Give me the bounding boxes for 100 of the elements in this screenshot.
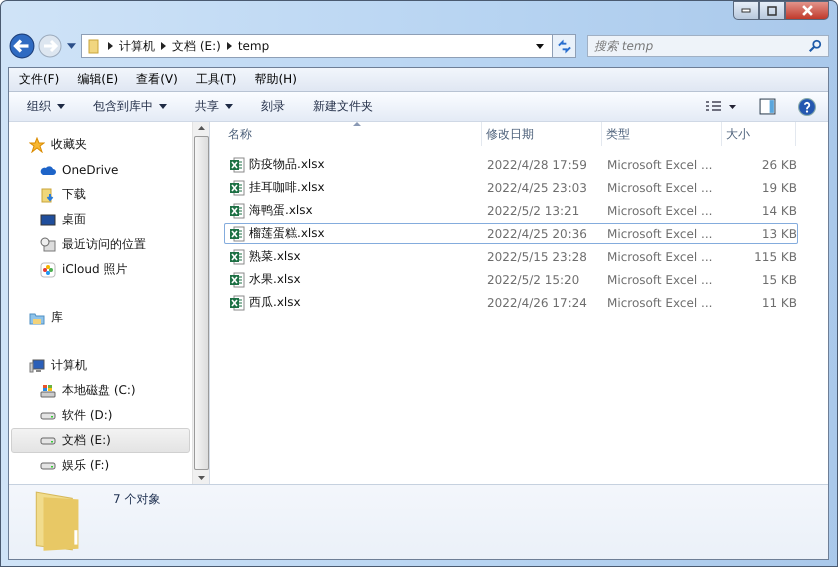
date-cell-text: 2022/4/26 17:24 <box>486 296 588 310</box>
nav-item[interactable]: iCloud 照片 <box>11 257 190 282</box>
address-bar[interactable]: 计算机 文档 (E:) temp <box>81 34 553 58</box>
refresh-icon <box>556 38 572 54</box>
nav-item[interactable]: 库 <box>11 305 190 330</box>
menu-item[interactable]: 编辑(E) <box>77 71 118 88</box>
search-icon <box>808 39 822 53</box>
type-cell-text: Microsoft Excel ... <box>606 180 714 194</box>
sort-arrow-icon <box>352 122 360 126</box>
nav-item[interactable]: 计算机 <box>11 353 190 378</box>
file-row[interactable]: 榴莲蛋糕.xlsx 2022/4/25 20:36 Microsoft Excel ... 13 KB <box>224 223 798 244</box>
type-cell-text: Microsoft Excel ... <box>606 204 714 218</box>
minimize-icon <box>741 8 751 13</box>
download-folder-icon <box>40 186 56 202</box>
scroll-down-icon[interactable] <box>198 476 204 480</box>
spreadsheet-file-icon <box>229 226 245 242</box>
item-count: 7 个对象 <box>113 491 160 508</box>
chevron-icon <box>161 42 166 50</box>
nav-item[interactable]: 本地磁盘 (C:) <box>11 378 190 403</box>
maximize-icon <box>767 6 777 16</box>
toolbar-button[interactable]: 刻录 <box>251 94 295 118</box>
type-cell-text: Microsoft Excel ... <box>606 226 714 240</box>
type-cell-text: Microsoft Excel ... <box>606 272 714 286</box>
file-name: 熟菜.xlsx <box>249 248 301 265</box>
spreadsheet-file-icon <box>229 180 245 196</box>
nav-item[interactable]: 下载 <box>11 182 190 207</box>
size-cell-text: 15 KB <box>760 272 797 286</box>
caret-icon <box>225 104 233 109</box>
spreadsheet-file-icon <box>229 272 245 288</box>
close-button[interactable] <box>785 1 829 20</box>
desktop-icon <box>40 212 56 228</box>
nav-item[interactable]: 收藏夹 <box>11 132 190 157</box>
date-cell-text: 2022/4/25 23:03 <box>486 180 588 194</box>
chevron-icon <box>108 42 113 50</box>
computer-icon <box>29 358 45 374</box>
file-name: 海鸭蛋.xlsx <box>249 202 313 219</box>
toolbar-button[interactable]: 包含到库中 <box>83 94 177 118</box>
file-row[interactable]: 海鸭蛋.xlsx 2022/5/2 13:21 Microsoft Excel ... 14 KB <box>224 200 798 221</box>
toolbar-button[interactable]: 新建文件夹 <box>303 94 383 118</box>
toolbar-button[interactable]: 共享 <box>185 94 243 118</box>
system-drive-icon <box>40 382 56 398</box>
spreadsheet-file-icon <box>229 294 245 310</box>
size-cell-text: 11 KB <box>760 296 797 310</box>
nav-item[interactable]: 娱乐 (F:) <box>11 453 190 478</box>
column-header[interactable]: 类型 <box>602 122 722 146</box>
chevron-icon <box>226 42 232 50</box>
type-cell-text: Microsoft Excel ... <box>606 250 714 264</box>
history-dropdown[interactable] <box>65 43 78 49</box>
date-cell-text: 2022/4/25 20:36 <box>486 226 588 240</box>
refresh-button[interactable] <box>552 34 576 58</box>
menu-item[interactable]: 查看(V) <box>136 71 178 88</box>
spreadsheet-file-icon <box>229 248 245 264</box>
size-cell-text: 115 KB <box>753 250 797 264</box>
file-name: 水果.xlsx <box>249 271 301 288</box>
close-icon <box>802 5 812 16</box>
file-row[interactable]: 挂耳咖啡.xlsx 2022/4/25 23:03 Microsoft Excel ... 19 KB <box>224 177 798 198</box>
scrollbar[interactable] <box>192 122 209 484</box>
menu-item[interactable]: 工具(T) <box>196 71 236 88</box>
file-row[interactable]: 熟菜.xlsx 2022/5/15 23:28 Microsoft Excel ... 115 KB <box>224 246 798 267</box>
type-cell-text: Microsoft Excel ... <box>606 158 714 172</box>
photos-icon <box>40 262 56 278</box>
menu-item[interactable]: 文件(F) <box>19 71 60 88</box>
column-header[interactable]: 修改日期 <box>482 122 602 146</box>
star-icon <box>29 136 45 152</box>
caret-icon <box>67 43 76 49</box>
menu-item[interactable]: 帮助(H) <box>254 71 297 88</box>
nav-item[interactable]: OneDrive <box>11 157 190 182</box>
breadcrumb-item[interactable]: 计算机 <box>119 38 155 54</box>
scroll-up-icon[interactable] <box>198 126 204 130</box>
date-cell-text: 2022/5/2 15:20 <box>486 272 580 286</box>
breadcrumb-item[interactable]: 文档 (E:) <box>172 38 221 54</box>
file-name: 西瓜.xlsx <box>249 294 301 311</box>
file-name: 挂耳咖啡.xlsx <box>249 179 325 196</box>
file-name: 榴莲蛋糕.xlsx <box>249 225 325 242</box>
breadcrumb-item[interactable]: temp <box>238 39 270 53</box>
search-field[interactable]: 搜索 temp <box>587 35 829 57</box>
dropdown-arrow-icon[interactable] <box>536 44 544 48</box>
size-cell-text: 26 KB <box>760 158 797 172</box>
nav-item[interactable]: 最近访问的位置 <box>11 232 190 257</box>
file-row[interactable]: 防疫物品.xlsx 2022/4/28 17:59 Microsoft Excel ... 26 KB <box>224 154 798 175</box>
nav-item[interactable]: 软件 (D:) <box>11 403 190 428</box>
date-cell-text: 2022/4/28 17:59 <box>486 158 588 172</box>
date-cell-text: 2022/5/15 23:28 <box>486 250 588 264</box>
toolbar-button[interactable]: 组织 <box>17 94 75 118</box>
back-button[interactable] <box>9 33 35 59</box>
minimize-button[interactable] <box>733 1 759 20</box>
nav-item[interactable]: 桌面 <box>11 207 190 232</box>
date-cell-text: 2022/5/2 13:21 <box>486 204 580 218</box>
spreadsheet-file-icon <box>229 202 245 218</box>
caret-icon <box>159 104 167 109</box>
caret-icon <box>57 104 65 109</box>
file-name: 防疫物品.xlsx <box>249 156 325 173</box>
column-header[interactable]: 名称 <box>224 122 482 146</box>
maximize-button[interactable] <box>759 1 785 20</box>
nav-item[interactable]: 文档 (E:) <box>11 428 190 453</box>
type-cell-text: Microsoft Excel ... <box>606 296 714 310</box>
file-row[interactable]: 水果.xlsx 2022/5/2 15:20 Microsoft Excel ... 15 KB <box>224 269 798 290</box>
file-row[interactable]: 西瓜.xlsx 2022/4/26 17:24 Microsoft Excel ... 11 KB <box>224 292 798 313</box>
list-view-icon <box>703 100 737 114</box>
column-header[interactable]: 大小 <box>722 122 796 146</box>
